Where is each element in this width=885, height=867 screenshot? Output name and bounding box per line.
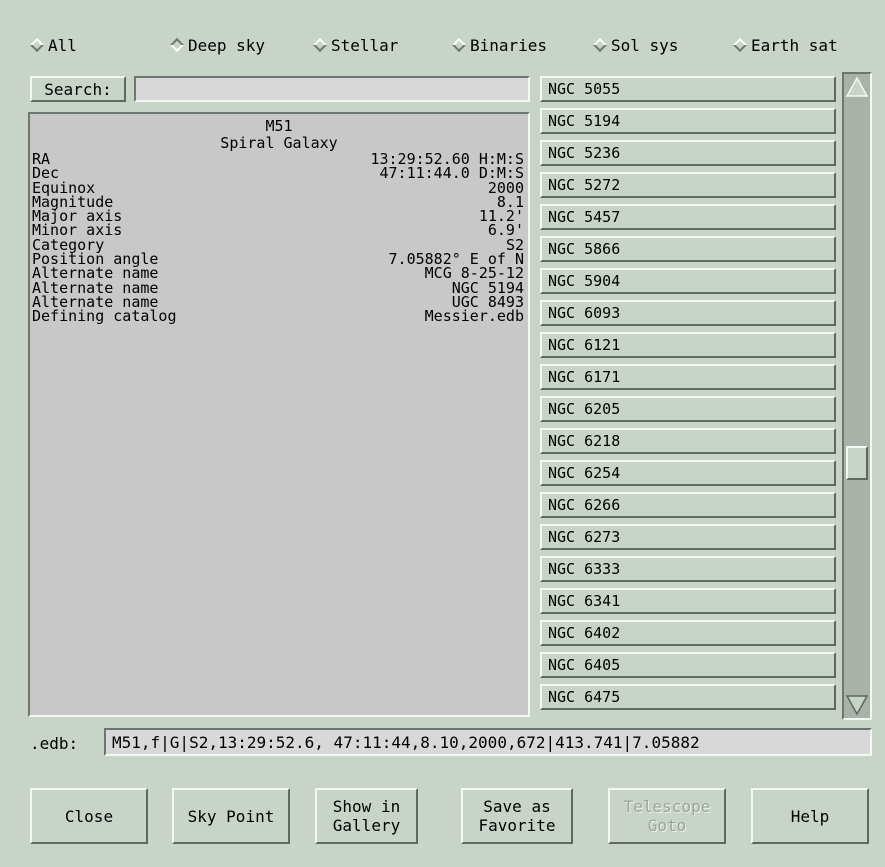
list-item[interactable]: NGC 6405 xyxy=(540,652,836,678)
radio-indicator-icon xyxy=(169,37,185,53)
list-item[interactable]: NGC 6121 xyxy=(540,332,836,358)
close-button[interactable]: Close xyxy=(30,788,148,844)
list-item[interactable]: NGC 5236 xyxy=(540,140,836,166)
field-row-minor-axis: Minor axis 6.9' xyxy=(30,223,528,238)
filter-deep-sky-label: Deep sky xyxy=(188,35,266,55)
filter-sol-sys-radio[interactable]: Sol sys xyxy=(592,34,679,56)
object-name: M51 xyxy=(265,117,293,135)
radio-indicator-icon xyxy=(732,37,748,53)
edb-field[interactable]: M51,f|G|S2,13:29:52.6, 47:11:44,8.10,200… xyxy=(104,728,872,756)
field-row-dec: Dec 47:11:44.0 D:M:S xyxy=(30,166,528,181)
scroll-down-arrow-icon xyxy=(845,695,869,716)
list-item[interactable]: NGC 5866 xyxy=(540,236,836,262)
filter-earth-sat-radio[interactable]: Earth sat xyxy=(732,34,838,56)
edb-label: .edb: xyxy=(30,734,79,753)
filter-earth-sat-label: Earth sat xyxy=(751,35,838,55)
list-item[interactable]: NGC 5272 xyxy=(540,172,836,198)
list-item[interactable]: NGC 6205 xyxy=(540,396,836,422)
show-in-gallery-button[interactable]: Show in Gallery xyxy=(315,788,418,844)
filter-all-label: All xyxy=(48,35,77,55)
list-item[interactable]: NGC 6093 xyxy=(540,300,836,326)
list-item[interactable]: NGC 5457 xyxy=(540,204,836,230)
list-item[interactable]: NGC 5055 xyxy=(540,76,836,102)
list-item[interactable]: NGC 6402 xyxy=(540,620,836,646)
filter-binaries-radio[interactable]: Binaries xyxy=(451,34,548,56)
filter-binaries-label: Binaries xyxy=(470,35,548,55)
gallery-label-line2: Gallery xyxy=(332,816,401,835)
help-button[interactable]: Help xyxy=(751,788,869,844)
list-item[interactable]: NGC 6333 xyxy=(540,556,836,582)
filter-stellar-radio[interactable]: Stellar xyxy=(312,34,399,56)
close-button-label: Close xyxy=(64,806,114,826)
list-item[interactable]: NGC 6266 xyxy=(540,492,836,518)
search-input[interactable] xyxy=(136,78,528,100)
list-item[interactable]: NGC 6218 xyxy=(540,428,836,454)
sky-point-button[interactable]: Sky Point xyxy=(172,788,290,844)
list-scrollbar[interactable] xyxy=(842,72,872,720)
object-fields: RA 13:29:52.60 H:M:S Dec 47:11:44.0 D:M:S … xyxy=(30,151,528,326)
radio-indicator-icon xyxy=(312,37,328,53)
object-info-panel: M51 Spiral Galaxy RA 13:29:52.60 H:M:S De… xyxy=(28,112,530,717)
filter-stellar-label: Stellar xyxy=(331,35,399,55)
field-label: Defining catalog xyxy=(32,307,177,326)
radio-indicator-icon xyxy=(592,37,608,53)
list-item[interactable]: NGC 6254 xyxy=(540,460,836,486)
filter-all-radio[interactable]: All xyxy=(29,34,77,56)
save-as-favorite-button[interactable]: Save as Favorite xyxy=(461,788,573,844)
help-button-label: Help xyxy=(790,806,830,826)
list-item[interactable]: NGC 6341 xyxy=(540,588,836,614)
list-item[interactable]: NGC 5904 xyxy=(540,268,836,294)
telescope-label-line2: Goto xyxy=(647,816,687,835)
radio-indicator-icon xyxy=(29,37,45,53)
favorite-label-line2: Favorite xyxy=(478,816,556,835)
search-button[interactable]: Search: xyxy=(30,76,126,102)
list-item[interactable]: NGC 6273 xyxy=(540,524,836,550)
field-value: Messier.edb xyxy=(424,307,524,326)
field-row-defining-catalog: Defining catalog Messier.edb xyxy=(30,307,528,326)
filter-deep-sky-radio[interactable]: Deep sky xyxy=(169,34,266,56)
scroll-up-arrow-icon xyxy=(845,76,869,97)
search-field-frame xyxy=(134,76,530,102)
filter-sol-sys-label: Sol sys xyxy=(611,35,679,55)
gallery-label-line1: Show in xyxy=(332,797,401,816)
radio-indicator-icon xyxy=(451,37,467,53)
list-item[interactable]: NGC 6171 xyxy=(540,364,836,390)
catalog-list: NGC 5055 NGC 5194 NGC 5236 NGC 5272 NGC … xyxy=(540,76,836,717)
sky-point-button-label: Sky Point xyxy=(187,806,275,826)
favorite-label-line1: Save as xyxy=(483,797,551,816)
telescope-goto-button[interactable]: Telescope Goto xyxy=(608,788,726,844)
list-item[interactable]: NGC 6475 xyxy=(540,684,836,710)
telescope-label-line1: Telescope xyxy=(623,797,711,816)
scrollbar-thumb[interactable] xyxy=(846,445,868,480)
scrollbar-graphics xyxy=(845,76,869,716)
list-item[interactable]: NGC 5194 xyxy=(540,108,836,134)
